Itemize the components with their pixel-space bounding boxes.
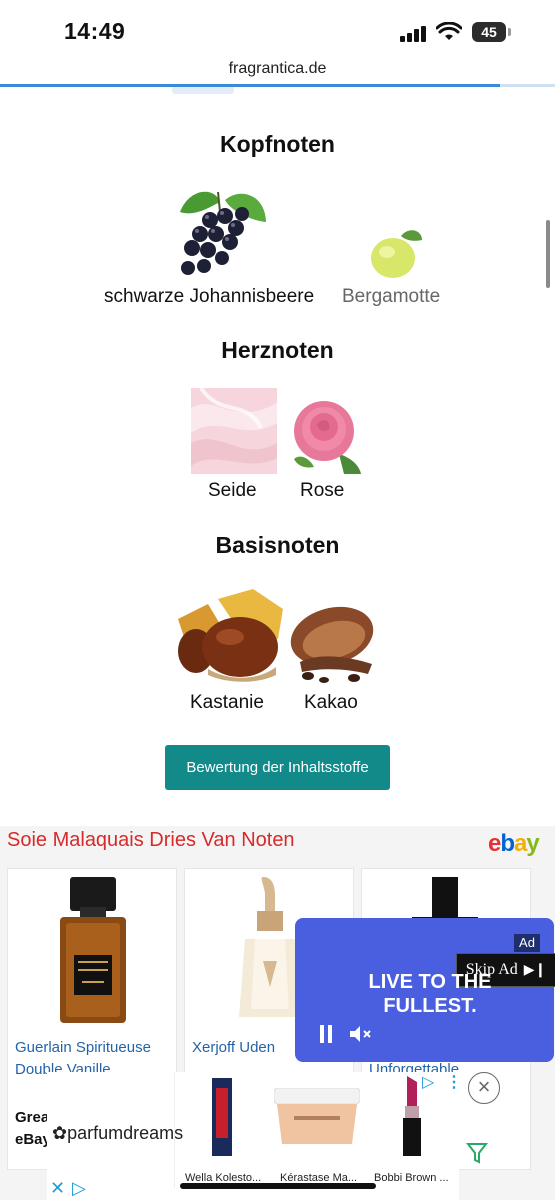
bobbi-brown-product-image[interactable] <box>401 1076 423 1156</box>
pause-icon[interactable] <box>320 1025 334 1043</box>
guerlain-bottle-image <box>60 877 126 1023</box>
more-options-icon[interactable]: ⋮ <box>446 1072 462 1092</box>
silk-image[interactable] <box>191 388 277 474</box>
note-label-chestnut[interactable]: Kastanie <box>190 692 264 714</box>
bergamot-image[interactable] <box>367 226 423 280</box>
blackcurrant-image[interactable] <box>170 182 268 280</box>
battery-cap <box>508 28 511 36</box>
page-load-progress <box>0 84 500 87</box>
note-label-cocoa[interactable]: Kakao <box>304 692 358 714</box>
rating-button[interactable]: Bewertung der Inhaltsstoffe <box>165 745 390 790</box>
product-caption-bobbi-brown[interactable]: Bobbi Brown ... <box>374 1172 449 1184</box>
note-label-silk[interactable]: Seide <box>208 480 257 502</box>
page-load-progress-track <box>500 84 555 87</box>
close-ad-button[interactable]: × <box>468 1072 500 1104</box>
home-indicator[interactable] <box>180 1183 376 1189</box>
ad-slogan: LIVE TO THE FULLEST. <box>368 971 492 1017</box>
adchoices-icon[interactable]: ▷ <box>422 1072 434 1092</box>
divider <box>174 1072 175 1188</box>
ebay-logo[interactable]: ebay <box>488 830 540 858</box>
filter-icon[interactable] <box>466 1142 488 1164</box>
flower-icon: ✿ <box>52 1123 68 1143</box>
top-notes-heading: Kopfnoten <box>220 131 335 157</box>
close-x-icon[interactable]: ✕ <box>50 1178 65 1199</box>
note-label-rose[interactable]: Rose <box>300 480 344 502</box>
wella-product-image[interactable] <box>210 1078 234 1156</box>
scrollbar[interactable] <box>546 220 550 288</box>
note-label-blackcurrant[interactable]: schwarze Johannisbeere <box>104 286 314 308</box>
note-label-bergamot[interactable]: Bergamotte <box>342 286 440 308</box>
parfumdreams-brand: parfumdreams <box>67 1123 184 1143</box>
address-bar[interactable]: fragrantica.de <box>0 60 555 78</box>
cocoa-image[interactable] <box>290 602 376 686</box>
signal-icon <box>400 26 428 42</box>
battery-icon: 45 <box>472 22 506 42</box>
tab-indicator <box>172 87 234 94</box>
chestnut-image[interactable] <box>178 589 283 684</box>
heart-notes-heading: Herznoten <box>221 337 334 363</box>
rose-image[interactable] <box>289 399 364 474</box>
mute-icon[interactable] <box>348 1025 372 1043</box>
base-notes-heading: Basisnoten <box>215 532 340 558</box>
adchoices-play-icon[interactable]: ▷ <box>72 1178 86 1199</box>
ad-title[interactable]: Soie Malaquais Dries Van Noten <box>7 829 295 852</box>
kerastase-product-image[interactable] <box>274 1088 360 1146</box>
xerjoff-bottle-image <box>239 877 301 1017</box>
ad-badge: Ad <box>514 934 540 952</box>
status-time: 14:49 <box>64 18 126 44</box>
wifi-icon <box>436 22 462 40</box>
parfumdreams-logo[interactable]: ✿parfumdreams <box>52 1123 183 1144</box>
